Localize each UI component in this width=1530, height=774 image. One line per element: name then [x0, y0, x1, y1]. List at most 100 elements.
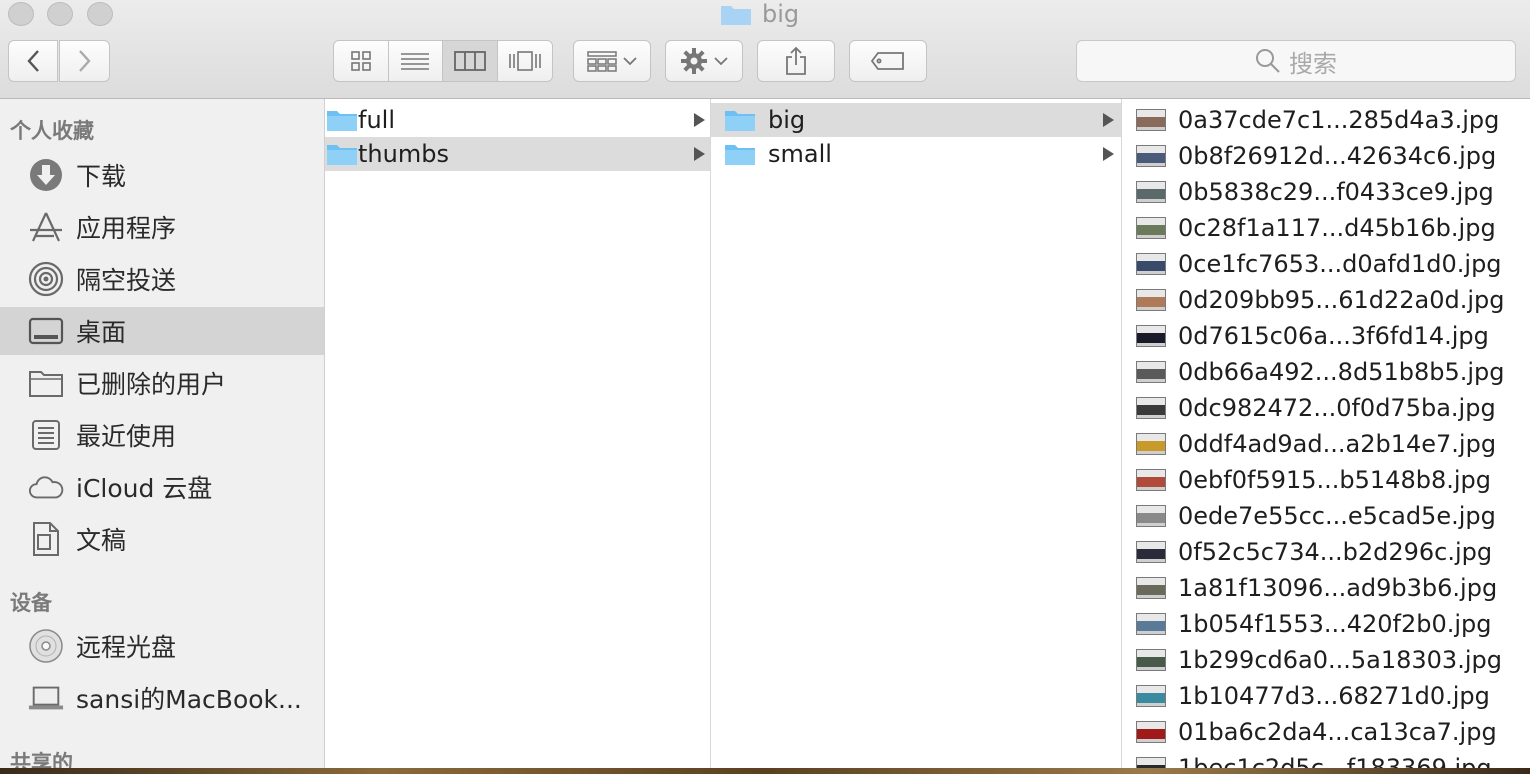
image-thumbnail-icon [1136, 649, 1166, 671]
disc-icon [28, 628, 64, 664]
file-row[interactable]: 0b5838c29...f0433ce9.jpg [1122, 175, 1530, 209]
file-name: 0dc982472...0f0d75ba.jpg [1178, 394, 1496, 422]
file-row[interactable]: 1b054f1553...420f2b0.jpg [1122, 607, 1530, 641]
file-name: 0d7615c06a...3f6fd14.jpg [1178, 322, 1489, 350]
file-name: 0f52c5c734...b2d296c.jpg [1178, 538, 1493, 566]
folder-label: thumbs [358, 140, 449, 168]
image-thumbnail-icon [1136, 145, 1166, 167]
file-row[interactable]: 0f52c5c734...b2d296c.jpg [1122, 535, 1530, 569]
arrange-button[interactable] [573, 40, 651, 82]
gallery-view-button[interactable] [497, 41, 552, 81]
image-thumbnail-icon [1136, 721, 1166, 743]
sidebar-item-desktop[interactable]: 桌面 [0, 307, 324, 355]
cover-flow-icon [508, 51, 541, 71]
back-button[interactable] [8, 40, 58, 82]
file-row[interactable]: 0b8f26912d...42634c6.jpg [1122, 139, 1530, 173]
file-row[interactable]: 0ede7e55cc...e5cad5e.jpg [1122, 499, 1530, 533]
file-row[interactable]: 0ddf4ad9ad...a2b14e7.jpg [1122, 427, 1530, 461]
columns-icon [453, 51, 486, 71]
sidebar-item-macbook[interactable]: sansi的MacBook... [0, 674, 324, 722]
column-view-button[interactable] [443, 41, 498, 81]
file-row[interactable]: 1b10477d3...68271d0.jpg [1122, 679, 1530, 713]
image-thumbnail-icon [1136, 325, 1166, 347]
file-name: 0ede7e55cc...e5cad5e.jpg [1178, 502, 1496, 530]
sidebar-item-label: 远程光盘 [76, 633, 177, 662]
image-thumbnail-icon [1136, 577, 1166, 599]
list-view-button[interactable] [388, 41, 444, 81]
sidebar-section-devices: 设备 [10, 591, 52, 615]
desktop-background [0, 768, 1530, 774]
image-thumbnail-icon [1136, 433, 1166, 455]
image-thumbnail-icon [1136, 505, 1166, 527]
file-row[interactable]: 0d209bb95...61d22a0d.jpg [1122, 283, 1530, 317]
view-mode-segmented [333, 40, 553, 82]
image-thumbnail-icon [1136, 361, 1166, 383]
window-title-label: big [762, 0, 800, 28]
folder-icon [721, 6, 751, 25]
sidebar-item-label: 隔空投送 [76, 266, 177, 295]
file-row[interactable]: 0db66a492...8d51b8b5.jpg [1122, 355, 1530, 389]
sidebar-item-airdrop[interactable]: 隔空投送 [0, 255, 324, 303]
window-title: big [720, 0, 799, 28]
share-icon [786, 46, 806, 75]
column-3-files: 0a37cde7c1...285d4a3.jpg 0b8f26912d...426… [1122, 99, 1530, 774]
image-thumbnail-icon [1136, 685, 1166, 707]
file-name: 0b8f26912d...42634c6.jpg [1178, 142, 1497, 170]
sidebar: 个人收藏 下载 应用程序 隔空投送 桌面 已删除的用户 最近使用 iCloud … [0, 99, 325, 774]
file-row[interactable]: 01ba6c2da4...ca13ca7.jpg [1122, 715, 1530, 749]
folder-row-thumbs[interactable]: thumbs [325, 137, 710, 171]
sidebar-item-documents[interactable]: 文稿 [0, 515, 324, 563]
arrange-grid-icon [587, 51, 617, 72]
folder-icon [327, 111, 357, 131]
airdrop-icon [28, 261, 64, 297]
image-thumbnail-icon [1136, 613, 1166, 635]
folder-label: big [768, 106, 806, 134]
file-name: 0d209bb95...61d22a0d.jpg [1178, 286, 1505, 314]
minimize-window-button[interactable] [47, 2, 73, 26]
close-window-button[interactable] [8, 2, 34, 26]
file-row[interactable]: 1b299cd6a0...5a18303.jpg [1122, 643, 1530, 677]
search-field[interactable]: 搜索 [1076, 40, 1516, 82]
file-row[interactable]: 0ebf0f5915...b5148b8.jpg [1122, 463, 1530, 497]
tags-button[interactable] [849, 40, 927, 82]
folder-row-full[interactable]: full [325, 103, 710, 137]
search-icon [1256, 49, 1280, 73]
icon-view-button[interactable] [334, 41, 389, 81]
sidebar-item-label: iCloud 云盘 [76, 474, 213, 503]
grid-icon [350, 51, 371, 71]
disclosure-arrow-icon [1103, 147, 1114, 161]
file-name: 01ba6c2da4...ca13ca7.jpg [1178, 718, 1497, 746]
folder-icon [725, 111, 755, 131]
file-row[interactable]: 1a81f13096...ad9b3b6.jpg [1122, 571, 1530, 605]
sidebar-item-icloud-drive[interactable]: iCloud 云盘 [0, 463, 324, 511]
sidebar-item-downloads[interactable]: 下载 [0, 151, 324, 199]
tag-icon [870, 52, 904, 70]
file-row[interactable]: 0c28f1a117...d45b16b.jpg [1122, 211, 1530, 245]
disclosure-arrow-icon [1103, 113, 1114, 127]
file-row[interactable]: 0a37cde7c1...285d4a3.jpg [1122, 103, 1530, 137]
sidebar-item-remote-disc[interactable]: 远程光盘 [0, 622, 324, 670]
file-name: 1a81f13096...ad9b3b6.jpg [1178, 574, 1498, 602]
sidebar-item-deleted-users[interactable]: 已删除的用户 [0, 359, 324, 407]
icloud-icon [28, 469, 64, 505]
list-icon [401, 53, 430, 70]
folder-row-big[interactable]: big [711, 103, 1121, 137]
search-placeholder: 搜索 [1289, 49, 1337, 78]
image-thumbnail-icon [1136, 469, 1166, 491]
sidebar-item-label: 应用程序 [76, 214, 177, 243]
file-row[interactable]: 0ce1fc7653...d0afd1d0.jpg [1122, 247, 1530, 281]
chevron-down-icon [714, 57, 728, 66]
folder-icon [327, 145, 357, 165]
sidebar-item-recents[interactable]: 最近使用 [0, 411, 324, 459]
file-row[interactable]: 0dc982472...0f0d75ba.jpg [1122, 391, 1530, 425]
folder-row-small[interactable]: small [711, 137, 1121, 171]
file-name: 0b5838c29...f0433ce9.jpg [1178, 178, 1494, 206]
sidebar-item-applications[interactable]: 应用程序 [0, 203, 324, 251]
zoom-window-button[interactable] [87, 2, 113, 26]
share-button[interactable] [757, 40, 835, 82]
image-thumbnail-icon [1136, 253, 1166, 275]
file-row[interactable]: 0d7615c06a...3f6fd14.jpg [1122, 319, 1530, 353]
file-name: 0db66a492...8d51b8b5.jpg [1178, 358, 1505, 386]
forward-button[interactable] [59, 40, 110, 82]
action-button[interactable] [665, 40, 743, 82]
